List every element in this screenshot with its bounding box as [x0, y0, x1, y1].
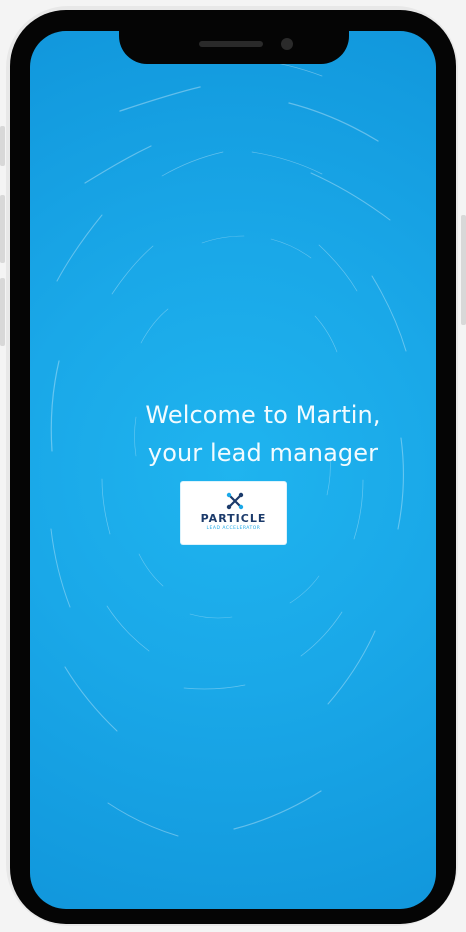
- welcome-line-1: Welcome to Martin,: [145, 401, 381, 429]
- particle-logo-card: PARTICLE LEAD ACCELERATOR: [181, 482, 286, 544]
- volume-up-button: [0, 195, 5, 263]
- logo-tagline: LEAD ACCELERATOR: [206, 526, 261, 531]
- front-camera: [281, 38, 293, 50]
- app-screen: Welcome to Martin, your lead manager: [30, 31, 436, 909]
- particle-logo-icon: [226, 492, 244, 510]
- volume-down-button: [0, 278, 5, 346]
- speaker-grille: [199, 41, 263, 47]
- logo-name: PARTICLE: [200, 512, 267, 525]
- silent-switch: [0, 126, 5, 166]
- phone-mockup: Welcome to Martin, your lead manager PAR…: [0, 0, 466, 932]
- power-button: [461, 215, 466, 325]
- welcome-heading: Welcome to Martin, your lead manager: [60, 396, 436, 472]
- welcome-line-2: your lead manager: [147, 439, 379, 467]
